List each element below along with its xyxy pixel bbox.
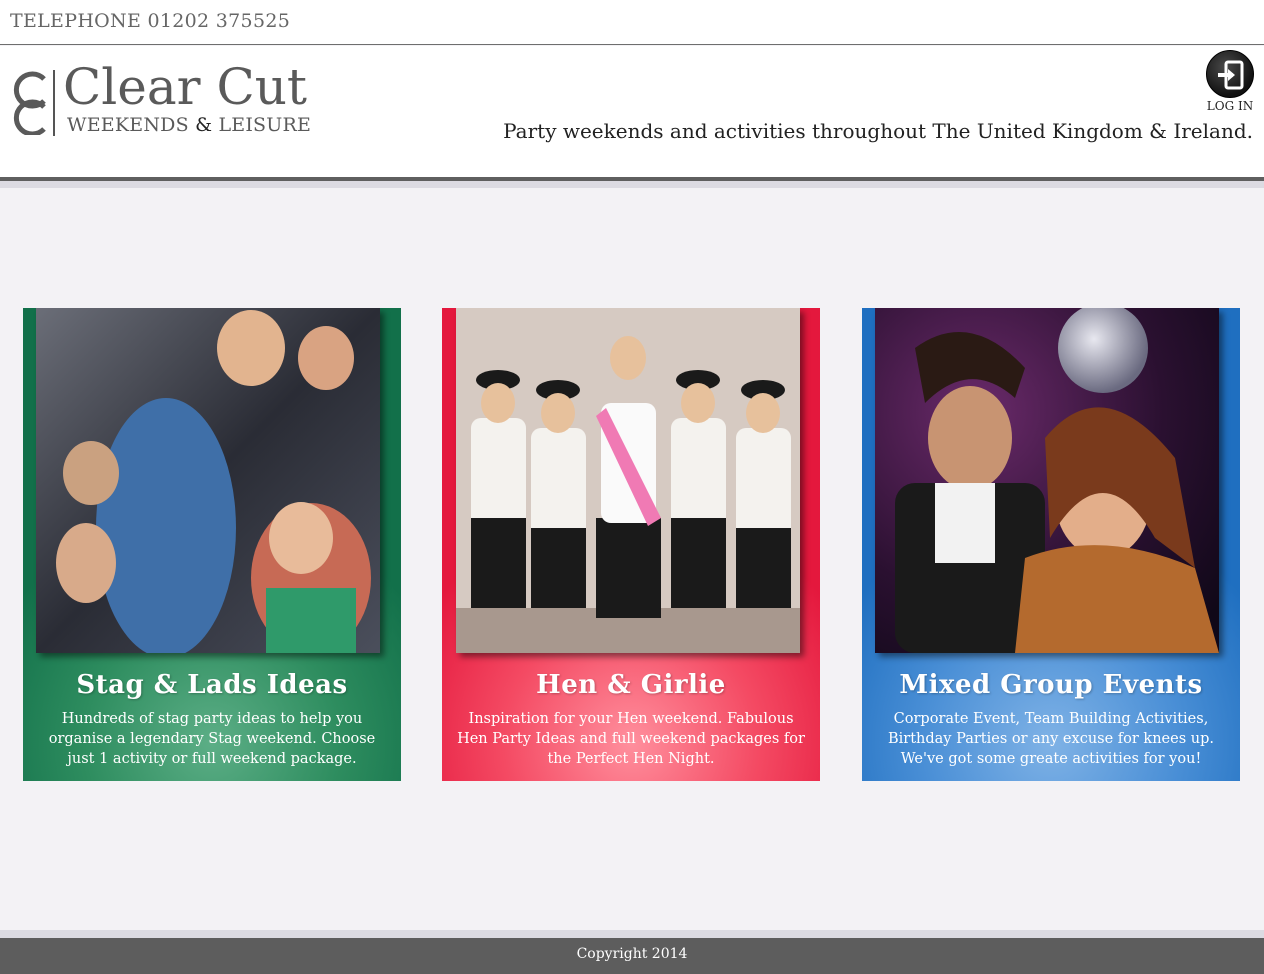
login-button[interactable] <box>1206 50 1254 98</box>
telephone-number: TELEPHONE 01202 375525 <box>10 10 291 32</box>
footer-divider <box>0 930 1264 938</box>
logo-sub-leisure: LEISURE <box>218 114 312 136</box>
mixed-card-title[interactable]: Mixed Group Events <box>862 670 1240 700</box>
logo-sub-weekends: WEEKENDS <box>67 114 189 136</box>
stag-card-title[interactable]: Stag & Lads Ideas <box>23 670 401 700</box>
logo-divider <box>53 70 55 136</box>
hen-card-description: Inspiration for your Hen weekend. Fabulo… <box>457 711 805 767</box>
header-divider <box>0 181 1264 188</box>
hen-card[interactable]: Hen & Girlie Inspiration for your Hen we… <box>442 308 820 781</box>
logo-title[interactable]: Clear Cut <box>63 62 307 112</box>
mixed-card[interactable]: Mixed Group Events Corporate Event, Team… <box>862 308 1240 781</box>
top-bar: TELEPHONE 01202 375525 <box>0 0 1264 45</box>
logo-subtitle: WEEKENDS & LEISURE <box>67 114 311 136</box>
stag-party-photo[interactable] <box>36 308 380 653</box>
site-footer: Copyright 2014 <box>0 938 1264 974</box>
logo-sub-ampersand: & <box>195 114 213 136</box>
login-label[interactable]: LOG IN <box>1205 99 1255 113</box>
mixed-card-description: Corporate Event, Team Building Activitie… <box>887 711 1214 767</box>
logo-mark-icon[interactable] <box>8 71 50 135</box>
login-arrow-icon <box>1218 60 1244 90</box>
hen-party-photo[interactable] <box>456 308 800 653</box>
mixed-group-photo[interactable] <box>875 308 1219 653</box>
stag-card-description: Hundreds of stag party ideas to help you… <box>48 711 376 767</box>
stag-card[interactable]: Stag & Lads Ideas Hundreds of stag party… <box>23 308 401 781</box>
site-tagline: Party weekends and activities throughout… <box>503 119 1253 143</box>
copyright-text: Copyright 2014 <box>576 946 688 962</box>
hen-card-title[interactable]: Hen & Girlie <box>442 670 820 700</box>
